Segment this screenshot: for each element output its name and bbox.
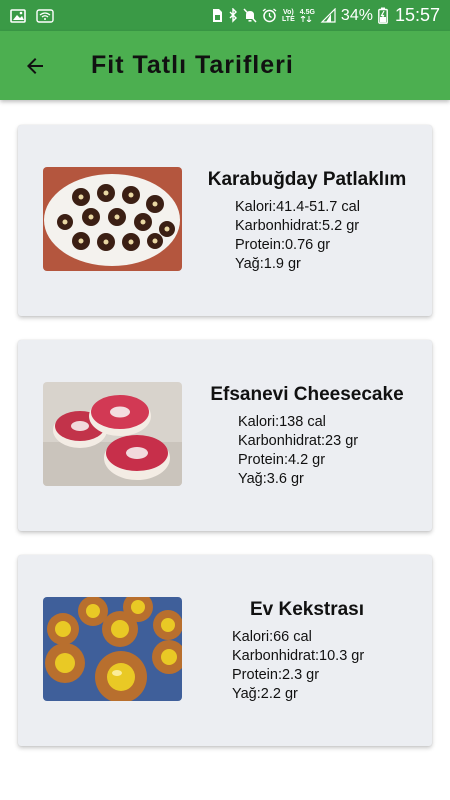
network-gen-indicator: 4.5G [300, 9, 315, 22]
recipe-image-mini-cakes [43, 597, 182, 701]
alarm-icon [262, 8, 277, 23]
carbs-text: Karbonhidrat:5.2 gr [235, 218, 360, 234]
network-gen-label: 4.5G [299, 9, 315, 16]
app-bar: Fit Tatlı Tarifleri [0, 31, 450, 100]
status-bar: Vo) LTE 4.5G 34% 15:57 [0, 0, 450, 31]
fat-text: Yağ:2.2 gr [232, 686, 298, 702]
protein-text: Protein:4.2 gr [238, 452, 326, 468]
mute-icon [243, 8, 257, 23]
lte-label: LTE [282, 15, 295, 23]
volte-lte-indicator: Vo) LTE [282, 9, 295, 23]
protein-text: Protein:2.3 gr [232, 667, 320, 683]
status-bar-right: Vo) LTE 4.5G 34% 15:57 [212, 5, 440, 26]
gallery-icon [10, 8, 26, 23]
nutrition-info: Kalori:41.4-51.7 cal Karbonhidrat:5.2 gr… [235, 198, 360, 274]
nutrition-info: Kalori:138 cal Karbonhidrat:23 gr Protei… [238, 413, 358, 489]
wifi-notification-icon [36, 8, 54, 23]
recipe-card-karabugday[interactable]: Karabuğday Patlaklım Kalori:41.4-51.7 ca… [18, 125, 432, 316]
battery-percent: 34% [340, 6, 373, 24]
page-title: Fit Tatlı Tarifleri [91, 51, 294, 79]
carbs-text: Karbonhidrat:23 gr [238, 433, 359, 449]
recipe-card-cheesecake[interactable]: Efsanevi Cheesecake Kalori:138 cal Karbo… [18, 340, 432, 531]
battery-charging-icon [378, 7, 388, 24]
recipe-title: Efsanevi Cheesecake [210, 384, 404, 405]
volte-label: Vo) [283, 8, 294, 16]
fat-text: Yağ:1.9 gr [235, 256, 301, 272]
recipe-card-ev-kekstrasi[interactable]: Ev Kekstrası Kalori:66 cal Karbonhidrat:… [18, 555, 432, 746]
sim-card-icon [212, 8, 223, 23]
recipe-image-cheesecake [43, 382, 182, 486]
bluetooth-icon [228, 8, 238, 23]
recipe-title: Ev Kekstrası [249, 599, 365, 620]
fat-text: Yağ:3.6 gr [238, 471, 304, 487]
recipe-image-chocolate-cookies [43, 167, 182, 271]
status-bar-left [10, 8, 54, 23]
carbs-text: Karbonhidrat:10.3 gr [232, 648, 365, 664]
data-arrows-icon [300, 16, 312, 22]
clock: 15:57 [394, 5, 440, 25]
protein-text: Protein:0.76 gr [235, 237, 331, 253]
calories-text: Kalori:66 cal [232, 629, 312, 645]
signal-icon [320, 8, 336, 23]
calories-text: Kalori:41.4-51.7 cal [235, 199, 360, 215]
nutrition-info: Kalori:66 cal Karbonhidrat:10.3 gr Prote… [232, 628, 364, 704]
calories-text: Kalori:138 cal [238, 414, 326, 430]
arrow-back-icon [27, 57, 43, 74]
recipe-title: Karabuğday Patlaklım [207, 169, 407, 190]
back-button[interactable] [7, 38, 63, 94]
